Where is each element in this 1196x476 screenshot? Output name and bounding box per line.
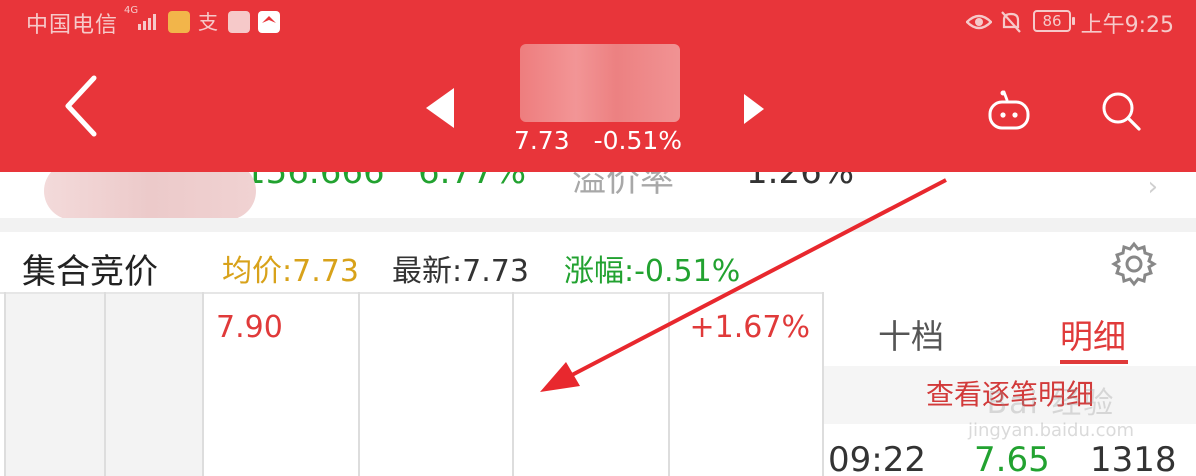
- robot-assistant-icon[interactable]: [986, 90, 1032, 130]
- change-percent: 涨幅:-0.51%: [564, 254, 741, 289]
- next-stock-icon[interactable]: [742, 94, 766, 124]
- chart-max-price: 7.90: [216, 310, 283, 345]
- grid-line: [104, 292, 106, 476]
- stock-quote: 7.73 -0.51%: [0, 126, 1196, 155]
- auction-title: 集合竞价: [22, 252, 158, 292]
- detail-price: 7.65: [974, 440, 1050, 476]
- prev-stock-icon[interactable]: [424, 88, 456, 128]
- grid-line: [4, 292, 6, 476]
- carrier-label: 中国电信: [26, 13, 119, 38]
- detail-volume: 1318: [1090, 440, 1177, 476]
- latest-price: 最新:7.73: [392, 254, 529, 289]
- row-value-1: 156.666: [244, 172, 385, 192]
- chevron-right-icon[interactable]: ›: [1148, 172, 1158, 202]
- stock-change: -0.51%: [593, 126, 683, 155]
- fund-info-row: 156.666 6.77% 溢价率 1.26% ›: [0, 172, 1196, 218]
- avg-price: 均价:7.73: [222, 254, 359, 289]
- grid-line: [202, 292, 204, 476]
- status-bar: 中国电信 4G 支 86 上午9:25: [0, 0, 1196, 44]
- premium-rate-value: 1.26%: [746, 172, 855, 192]
- row-value-2: 6.77%: [418, 172, 527, 192]
- stock-header: 7.73 -0.51%: [0, 44, 1196, 172]
- battery-indicator: 86: [1033, 10, 1075, 32]
- mute-bell-icon: [1001, 11, 1021, 33]
- detail-time: 09:22: [828, 440, 926, 476]
- network-type: 4G: [124, 5, 139, 16]
- stock-name-blurred: [520, 44, 680, 122]
- stock-price: 7.73: [513, 126, 570, 155]
- signal-icon: [138, 14, 156, 30]
- blurred-info: [44, 172, 256, 218]
- tab-active-indicator: [1060, 360, 1128, 364]
- status-time: 上午9:25: [1080, 13, 1174, 38]
- detail-row: 09:22 7.65 1318: [824, 440, 1196, 476]
- grid-line: [668, 292, 670, 476]
- bird-app-icon: [258, 11, 280, 33]
- tab-ten-levels[interactable]: 十档: [878, 310, 944, 358]
- book-app-icon: [228, 11, 250, 33]
- chart-max-percent: +1.67%: [689, 310, 810, 345]
- auction-chart[interactable]: 7.90 +1.67%: [0, 292, 824, 476]
- detail-panel: 十档 明细 查看逐笔明细 09:22 7.65 1318: [824, 292, 1196, 476]
- gear-icon[interactable]: [1110, 240, 1158, 288]
- eye-icon: [966, 14, 992, 30]
- section-separator: [0, 218, 1196, 232]
- view-tick-detail-button[interactable]: 查看逐笔明细: [824, 366, 1196, 424]
- grid-line: [358, 292, 360, 476]
- grid-line: [512, 292, 514, 476]
- premium-rate-label: 溢价率: [572, 172, 674, 200]
- tab-detail[interactable]: 明细: [1060, 310, 1126, 358]
- alipay-icon: 支: [198, 10, 218, 34]
- search-icon[interactable]: [1100, 90, 1142, 132]
- wifi-app-icon: [168, 11, 190, 33]
